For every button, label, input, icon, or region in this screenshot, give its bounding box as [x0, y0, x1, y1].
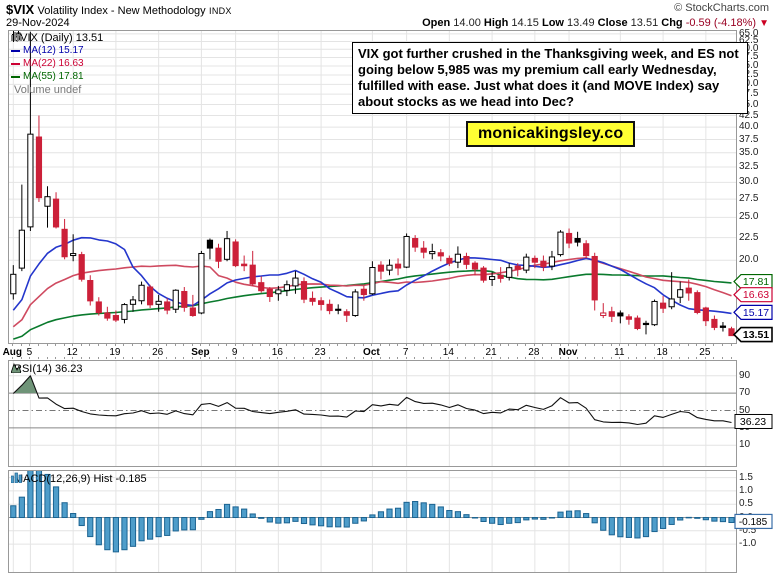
ma22-legend-label: MA(22) 16.63	[23, 58, 84, 69]
ma12-swatch-icon	[11, 50, 20, 52]
open-value: 14.00	[453, 17, 481, 29]
date-tick-label: 16	[272, 347, 283, 358]
date-tick-label: Nov	[559, 347, 578, 358]
low-label: Low	[542, 17, 564, 29]
watermark-badge: monicakingsley.co	[466, 121, 635, 147]
chg-label: Chg	[661, 17, 682, 29]
ma12-legend-label: MA(12) 15.17	[23, 45, 84, 56]
chart-date: 29-Nov-2024	[6, 17, 70, 29]
exchange-label: INDX	[209, 6, 232, 16]
date-tick-label: 11	[614, 347, 624, 358]
svg-text:36.23: 36.23	[740, 416, 766, 428]
open-label: Open	[422, 17, 450, 29]
date-tick-label: Aug	[3, 347, 22, 358]
rsi-chart	[9, 361, 736, 466]
date-tick-label: 21	[486, 347, 497, 358]
macd-panel	[8, 470, 737, 573]
main-legend: $VIX (Daily) 13.51 MA(12) 15.17 MA(22) 1…	[11, 31, 103, 96]
ma55-legend-label: MA(55) 17.81	[23, 71, 84, 82]
date-tick-label: 14	[443, 347, 454, 358]
date-tick-label: Sep	[191, 347, 209, 358]
volume-legend-label: Volume undef	[14, 84, 81, 96]
date-tick-label: Oct	[363, 347, 380, 358]
date-tick-label: 19	[109, 347, 120, 358]
series-legend-label: $VIX (Daily) 13.51	[14, 32, 103, 44]
date-tick-label: 12	[67, 347, 78, 358]
low-value: 13.49	[567, 17, 595, 29]
macd-legend-label: MACD(12,26,9) Hist -0.185	[14, 473, 147, 485]
rsi-panel	[8, 360, 737, 467]
symbol-label: $VIX	[6, 2, 34, 17]
rsi-legend-label: RSI(14) 36.23	[14, 363, 82, 375]
high-label: High	[484, 17, 508, 29]
last-value-flags: 17.8116.63 15.17 13.51 36.23 -0.185	[733, 0, 773, 580]
rsi-legend: RSI(14) 36.23	[11, 362, 82, 375]
svg-text:-0.185: -0.185	[739, 517, 768, 528]
close-label: Close	[598, 17, 628, 29]
date-tick-label: 18	[657, 347, 668, 358]
macd-chart	[9, 471, 736, 572]
date-tick-label: 25	[699, 347, 710, 358]
ma55-flag-label: 17.81	[743, 276, 769, 288]
ohlc-quote-row: Open 14.00 High 14.15 Low 13.49 Close 13…	[422, 17, 769, 29]
date-tick-label: 5	[27, 347, 33, 358]
ma22-swatch-icon	[11, 63, 20, 65]
chart-header: $VIX Volatility Index - New Methodology …	[6, 2, 769, 31]
stockcharts-chart-page: $VIX Volatility Index - New Methodology …	[0, 0, 773, 580]
ma12-flag-label: 15.17	[743, 307, 769, 319]
date-axis: Aug5121926Sep91623Oct7142128Nov111825	[8, 344, 737, 360]
date-tick-label: 9	[232, 347, 238, 358]
date-tick-label: 28	[528, 347, 539, 358]
macd-legend: MACD(12,26,9) Hist -0.185	[11, 472, 147, 485]
annotation-box: VIX got further crushed in the Thanksgiv…	[352, 42, 748, 114]
high-value: 14.15	[511, 17, 539, 29]
date-tick-label: 26	[152, 347, 163, 358]
date-tick-label: 7	[403, 347, 409, 358]
close-value: 13.51	[631, 17, 659, 29]
chart-title: Volatility Index - New Methodology	[38, 5, 206, 17]
close-flag-label: 13.51	[743, 329, 769, 341]
date-tick-label: 23	[315, 347, 326, 358]
ma55-swatch-icon	[11, 76, 20, 78]
ma22-flag-label: 16.63	[743, 289, 769, 301]
